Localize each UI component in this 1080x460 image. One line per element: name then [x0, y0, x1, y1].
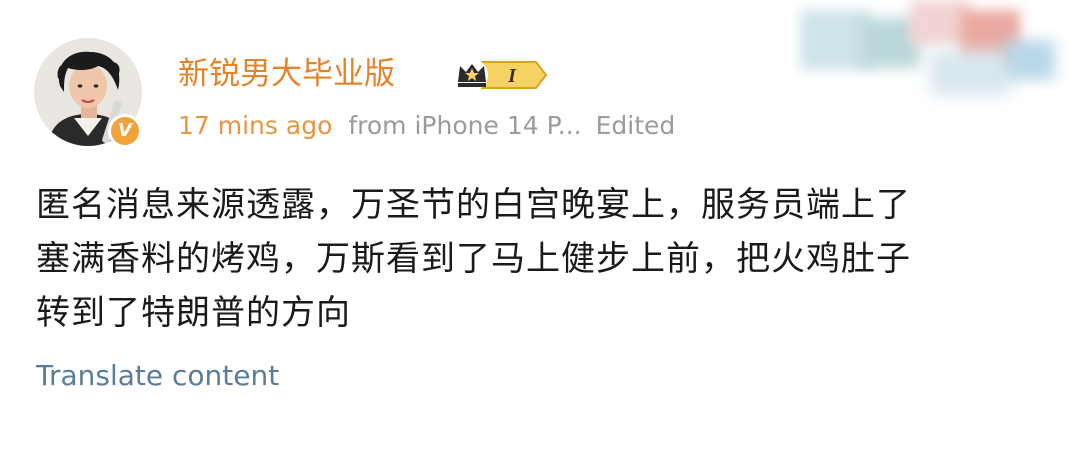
post-meta: 17 mins ago from iPhone 14 P... Edited [178, 108, 675, 144]
translate-content-link[interactable]: Translate content [36, 356, 279, 396]
weibo-post-card: V 新锐男大毕业版 I 17 mins ago from iPhone 14 P.… [0, 0, 1080, 460]
edited-label[interactable]: Edited [596, 111, 676, 140]
timestamp: 17 mins ago [178, 111, 333, 140]
content-line: 塞满香料的烤鸡，万斯看到了马上健步上前，把火鸡肚子 [36, 239, 911, 279]
source-device: from iPhone 14 P... [348, 111, 582, 140]
avatar-container[interactable]: V [34, 38, 146, 150]
level-badge-label: I [507, 65, 517, 87]
crown-icon [456, 59, 488, 91]
username[interactable]: 新锐男大毕业版 [178, 52, 395, 96]
content-line: 匿名消息来源透露，万圣节的白宫晚宴上，服务员端上了 [36, 185, 911, 225]
blurred-region [790, 0, 1080, 110]
verified-icon: V [108, 114, 142, 148]
post-content: 匿名消息来源透露，万圣节的白宫晚宴上，服务员端上了 塞满香料的烤鸡，万斯看到了马… [36, 178, 1056, 340]
level-badge[interactable]: I [452, 56, 550, 94]
content-line: 转到了特朗普的方向 [36, 293, 351, 333]
